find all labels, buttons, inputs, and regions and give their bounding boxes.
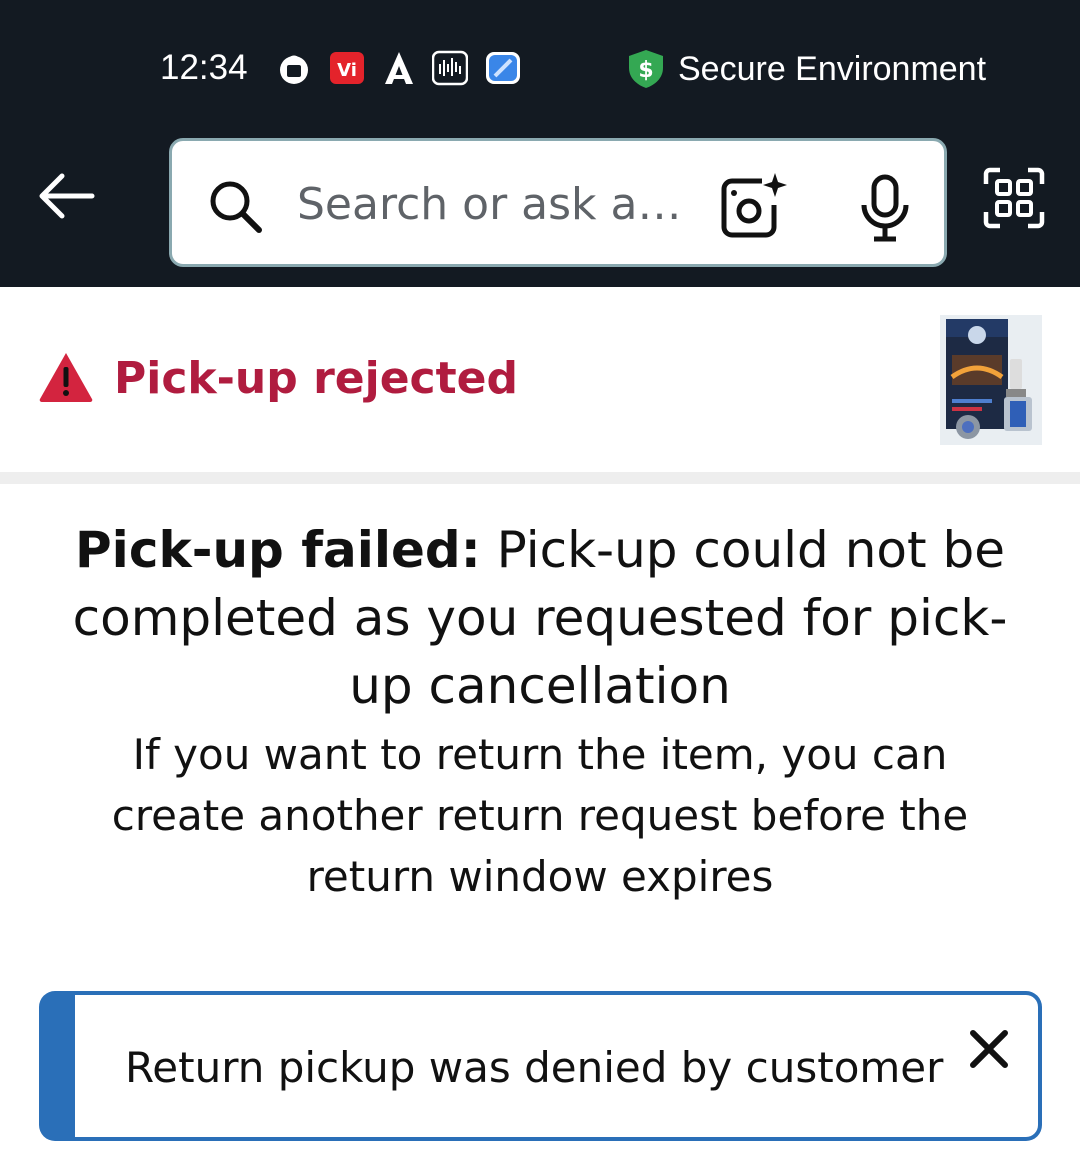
svg-text:$: $ xyxy=(638,58,653,83)
pickup-failure-message: Pick-up failed: Pick-up could not be com… xyxy=(60,516,1020,907)
section-divider xyxy=(0,472,1080,484)
svg-text:Vi: Vi xyxy=(337,60,357,81)
product-thumbnail-image[interactable] xyxy=(940,315,1042,445)
qr-scan-icon[interactable] xyxy=(982,166,1046,230)
shield-dollar-icon: $ xyxy=(629,50,663,88)
audio-levels-icon xyxy=(432,50,468,86)
search-icon xyxy=(210,181,262,233)
microphone-icon[interactable] xyxy=(856,173,914,243)
shopping-bag-icon xyxy=(280,55,308,84)
status-title: Pick-up rejected xyxy=(114,353,518,404)
message-main: Pick-up failed: Pick-up could not be com… xyxy=(60,516,1020,720)
info-alert-banner: Return pickup was denied by customer xyxy=(39,991,1042,1141)
secure-environment-label: Secure Environment xyxy=(678,49,987,88)
search-input[interactable] xyxy=(297,171,677,237)
blue-app-icon xyxy=(486,52,520,84)
warning-triangle-icon xyxy=(39,353,93,403)
secure-environment-indicator: $ Secure Environment xyxy=(626,48,986,90)
back-arrow-icon[interactable] xyxy=(30,160,102,232)
status-time: 12:34 xyxy=(160,48,248,87)
app-header xyxy=(0,130,1080,287)
camera-lens-icon[interactable] xyxy=(718,171,788,241)
message-bold-prefix: Pick-up failed: xyxy=(75,521,481,579)
a-app-icon xyxy=(385,52,413,84)
message-sub-text: If you want to return the item, you can … xyxy=(111,730,969,901)
vi-app-icon: Vi xyxy=(330,52,364,84)
system-status-bar: 12:34 Vi $ Secure Environment xyxy=(0,0,1080,130)
close-icon[interactable] xyxy=(965,1025,1013,1073)
alert-text: Return pickup was denied by customer xyxy=(125,1043,944,1092)
return-status-row: Pick-up rejected xyxy=(0,287,1080,472)
search-bar[interactable] xyxy=(169,138,947,267)
